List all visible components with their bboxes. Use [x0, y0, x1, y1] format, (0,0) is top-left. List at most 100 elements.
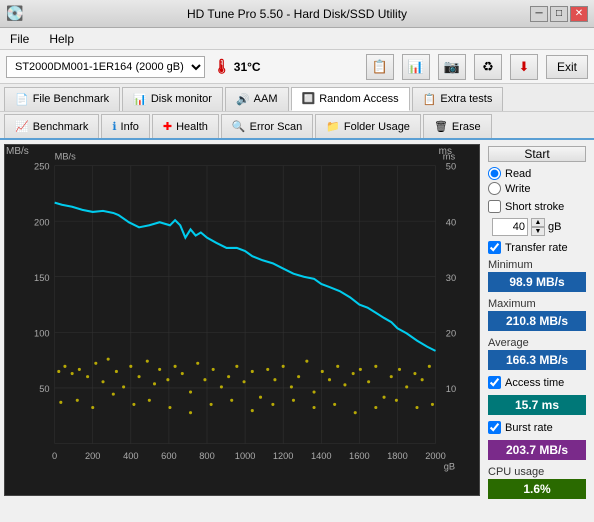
tab-extra-tests[interactable]: 📋 Extra tests — [412, 87, 504, 111]
gb-input[interactable]: 40 — [492, 218, 528, 236]
burst-rate-checkbox[interactable] — [488, 421, 501, 434]
access-time-value: 15.7 ms — [488, 395, 586, 415]
menu-file[interactable]: File — [6, 31, 33, 47]
tab-info[interactable]: ℹ Info — [101, 114, 150, 138]
write-label: Write — [505, 183, 530, 195]
tab-info-label: Info — [121, 121, 139, 133]
drive-select[interactable]: ST2000DM001-1ER164 (2000 gB) — [6, 56, 205, 78]
close-button[interactable]: ✕ — [570, 6, 588, 22]
tab-error-scan[interactable]: 🔍 Error Scan — [221, 114, 313, 138]
short-stroke-row: Short stroke — [488, 200, 586, 213]
toolbar-icon-4[interactable]: ♻ — [474, 54, 502, 80]
svg-text:20: 20 — [446, 328, 456, 338]
toolbar: ST2000DM001-1ER164 (2000 gB) 🌡 31°C 📋 📊 … — [0, 50, 594, 84]
tab-random-access[interactable]: 🔲 Random Access — [291, 87, 410, 111]
svg-text:50: 50 — [446, 162, 456, 172]
maximize-button[interactable]: □ — [550, 6, 568, 22]
toolbar-icon-3[interactable]: 📷 — [438, 54, 466, 80]
spinner-up[interactable]: ▲ — [531, 218, 545, 227]
svg-text:30: 30 — [446, 273, 456, 283]
read-radio-label[interactable]: Read — [488, 167, 586, 180]
svg-text:0: 0 — [52, 451, 57, 461]
thermometer-icon: 🌡 — [213, 58, 231, 75]
tab-disk-monitor[interactable]: 📊 Disk monitor — [122, 87, 223, 111]
minimum-stat: Minimum 98.9 MB/s — [488, 259, 586, 293]
read-radio[interactable] — [488, 167, 501, 180]
toolbar-icon-down[interactable]: ⬇ — [510, 54, 538, 80]
extra-tests-icon: 📋 — [423, 93, 437, 106]
svg-text:MB/s: MB/s — [55, 151, 76, 161]
disk-monitor-icon: 📊 — [133, 93, 147, 106]
svg-text:600: 600 — [161, 451, 176, 461]
tabs-row2: 📈 Benchmark ℹ Info ✚ Health 🔍 Error Scan… — [0, 112, 594, 140]
tab-file-benchmark[interactable]: 📄 File Benchmark — [4, 87, 120, 111]
title-bar: 💽 HD Tune Pro 5.50 - Hard Disk/SSD Utili… — [0, 0, 594, 28]
access-time-row: Access time — [488, 376, 586, 389]
svg-text:gB: gB — [444, 461, 455, 471]
tab-aam[interactable]: 🔊 AAM — [225, 87, 289, 111]
right-panel: Start Read Write Short stroke 40 ▲ ▼ gB — [482, 142, 592, 498]
y-axis-right-label: ms — [439, 146, 452, 157]
health-icon: ✚ — [163, 120, 172, 133]
cpu-usage-stat: CPU usage 1.6% — [488, 466, 586, 500]
access-time-label: Access time — [505, 377, 564, 389]
start-button[interactable]: Start — [488, 146, 586, 162]
gb-spinner-row: 40 ▲ ▼ gB — [492, 218, 586, 236]
burst-rate-stat: 203.7 MB/s — [488, 439, 586, 461]
svg-text:1400: 1400 — [311, 451, 332, 461]
svg-text:200: 200 — [85, 451, 100, 461]
tab-aam-label: AAM — [254, 93, 278, 105]
tab-health[interactable]: ✚ Health — [152, 114, 219, 138]
spinner-buttons: ▲ ▼ — [531, 218, 545, 236]
transfer-rate-checkbox[interactable] — [488, 241, 501, 254]
average-value: 166.3 MB/s — [488, 350, 586, 370]
write-radio[interactable] — [488, 182, 501, 195]
chart-svg: 250 200 150 100 50 50 40 30 20 10 0 200 … — [4, 144, 480, 496]
toolbar-icon-1[interactable]: 📋 — [366, 54, 394, 80]
tab-error-scan-label: Error Scan — [250, 121, 303, 133]
transfer-rate-row: Transfer rate — [488, 241, 586, 254]
tabs-row1: 📄 File Benchmark 📊 Disk monitor 🔊 AAM 🔲 … — [0, 84, 594, 112]
burst-rate-label: Burst rate — [505, 422, 553, 434]
error-scan-icon: 🔍 — [232, 120, 246, 133]
svg-text:40: 40 — [446, 217, 456, 227]
svg-text:150: 150 — [34, 273, 49, 283]
menu-help[interactable]: Help — [45, 31, 78, 47]
chart-container: MB/s ms 250 200 150 — [4, 144, 480, 496]
svg-text:800: 800 — [199, 451, 214, 461]
mode-radio-group: Read Write — [488, 167, 586, 195]
access-time-checkbox[interactable] — [488, 376, 501, 389]
svg-text:10: 10 — [446, 384, 456, 394]
tab-benchmark[interactable]: 📈 Benchmark — [4, 114, 99, 138]
read-label: Read — [505, 168, 531, 180]
burst-rate-value: 203.7 MB/s — [488, 440, 586, 460]
svg-text:200: 200 — [34, 217, 49, 227]
exit-button[interactable]: Exit — [546, 55, 588, 79]
svg-text:50: 50 — [39, 384, 49, 394]
svg-text:1000: 1000 — [235, 451, 256, 461]
benchmark-icon: 📈 — [15, 120, 29, 133]
svg-text:2000: 2000 — [425, 451, 446, 461]
tab-folder-usage[interactable]: 📁 Folder Usage — [315, 114, 421, 138]
toolbar-icon-2[interactable]: 📊 — [402, 54, 430, 80]
y-axis-left-label: MB/s — [6, 146, 29, 157]
minimize-button[interactable]: ─ — [530, 6, 548, 22]
tab-file-benchmark-label: File Benchmark — [33, 93, 109, 105]
access-time-stat: 15.7 ms — [488, 394, 586, 416]
tab-erase[interactable]: 🗑 Erase — [423, 114, 492, 138]
app-icon: 💽 — [6, 5, 23, 22]
short-stroke-checkbox[interactable] — [488, 200, 501, 213]
minimum-label: Minimum — [488, 259, 586, 271]
file-benchmark-icon: 📄 — [15, 93, 29, 106]
burst-rate-row: Burst rate — [488, 421, 586, 434]
write-radio-label[interactable]: Write — [488, 182, 586, 195]
tab-disk-monitor-label: Disk monitor — [151, 93, 212, 105]
folder-usage-icon: 📁 — [326, 120, 340, 133]
svg-text:1800: 1800 — [387, 451, 408, 461]
info-icon: ℹ — [112, 120, 116, 133]
transfer-rate-label: Transfer rate — [505, 242, 568, 254]
main-content: MB/s ms 250 200 150 — [0, 140, 594, 500]
spinner-down[interactable]: ▼ — [531, 227, 545, 236]
short-stroke-label: Short stroke — [505, 201, 564, 213]
access-time-scatter — [57, 358, 434, 415]
